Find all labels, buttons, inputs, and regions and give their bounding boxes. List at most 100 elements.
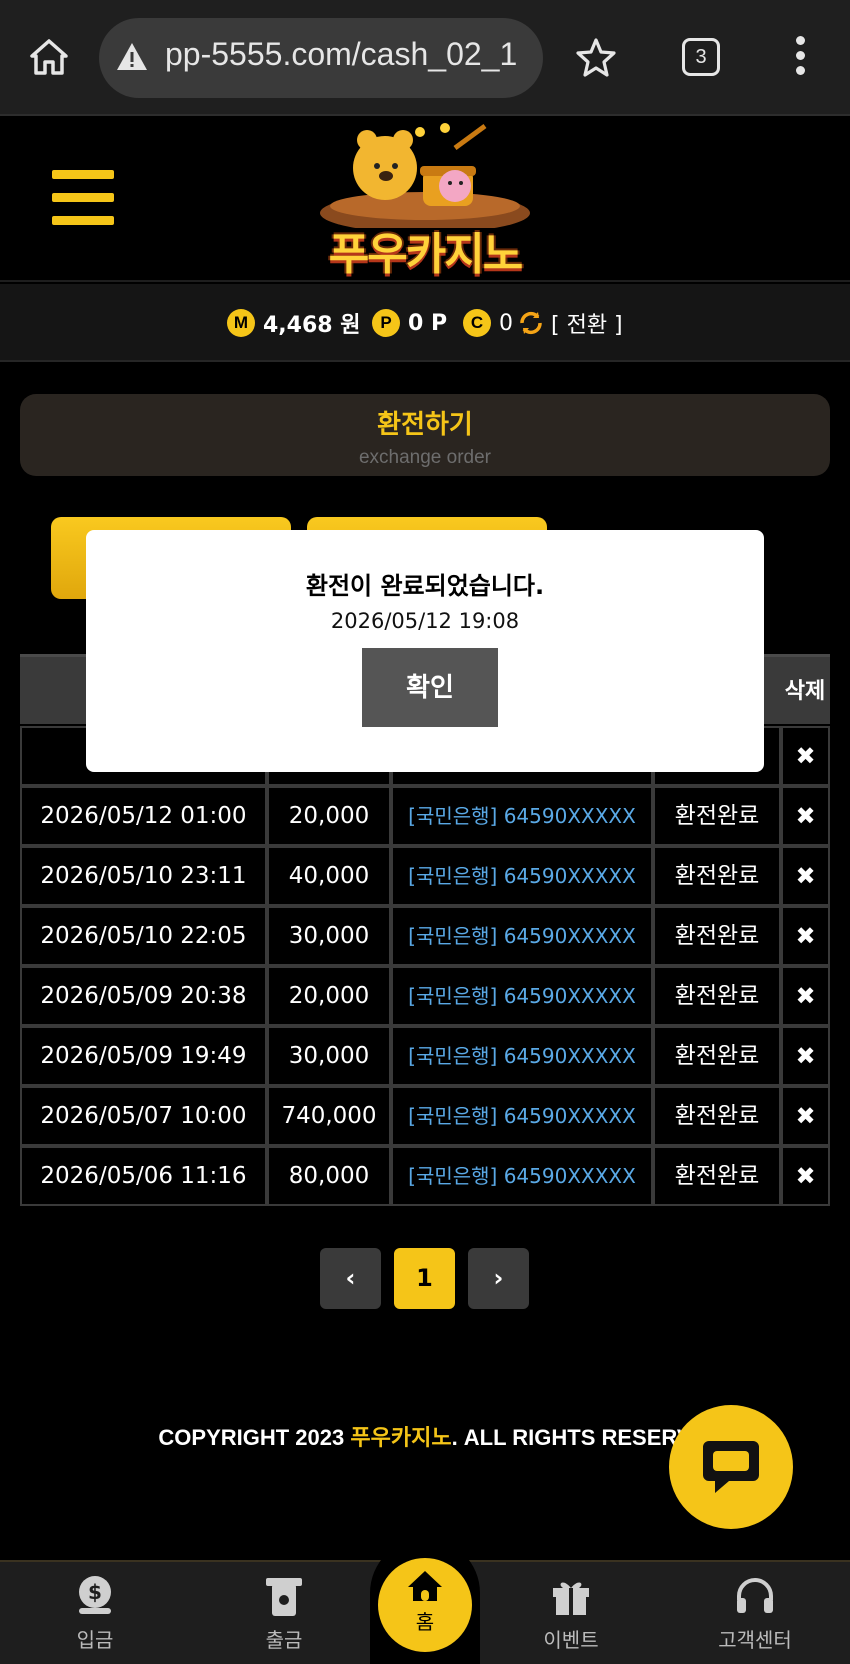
- url-text: pp-5555.com/cash_02_1: [165, 36, 518, 72]
- cell-account: [국민은행] 64590XXXXX: [391, 906, 653, 966]
- cell-status: 환전완료: [653, 846, 781, 906]
- cell-account: [국민은행] 64590XXXXX: [391, 1026, 653, 1086]
- cell-status: 환전완료: [653, 1026, 781, 1086]
- refresh-icon[interactable]: [517, 309, 545, 337]
- cell-account: [국민은행] 64590XXXXX: [391, 786, 653, 846]
- table-row: 2026/05/09 20:38 20,000 [국민은행] 64590XXXX…: [20, 966, 830, 1026]
- money-value: 4,468 원: [263, 313, 361, 338]
- page-title: 환전하기: [377, 410, 473, 440]
- page-1-button[interactable]: 1: [394, 1248, 455, 1309]
- confirm-button[interactable]: 확인: [362, 648, 498, 727]
- convert-button[interactable]: [ 전환 ]: [551, 307, 623, 339]
- alert-dialog: 환전이 완료되었습니다. 2026/05/12 19:08 확인: [86, 530, 764, 772]
- nav-home-label: 홈: [415, 1610, 435, 1634]
- cell-date: 2026/05/09 19:49: [20, 1026, 267, 1086]
- table-row: 2026/05/09 19:49 30,000 [국민은행] 64590XXXX…: [20, 1026, 830, 1086]
- cell-amount: 80,000: [267, 1146, 391, 1206]
- point-balance: P 0 P: [372, 305, 447, 341]
- nav-withdraw-label: 출금: [265, 1628, 303, 1652]
- headset-icon: [737, 1578, 773, 1613]
- gift-icon: [553, 1582, 589, 1615]
- cell-amount: 20,000: [267, 786, 391, 846]
- browser-toolbar: pp-5555.com/cash_02_1 3: [0, 0, 850, 116]
- page-subtitle: exchange order: [358, 447, 492, 468]
- svg-text:$: $: [88, 1580, 102, 1604]
- chat-bubble-icon: [703, 1441, 759, 1493]
- delete-row-button[interactable]: ✖: [781, 846, 830, 906]
- cell-date: 2026/05/07 10:00: [20, 1086, 267, 1146]
- cell-amount: 30,000: [267, 906, 391, 966]
- table-row: 2026/05/10 22:05 30,000 [국민은행] 64590XXXX…: [20, 906, 830, 966]
- chat-button[interactable]: [669, 1405, 793, 1529]
- cell-account: [국민은행] 64590XXXXX: [391, 846, 653, 906]
- logo-text: 푸우카지노: [328, 229, 523, 280]
- point-coin-icon: P: [372, 309, 400, 337]
- cell-status: 환전완료: [653, 786, 781, 846]
- dialog-message: 환전이 완료되었습니다.: [305, 572, 545, 600]
- site-logo[interactable]: 푸우카지노: [305, 118, 545, 280]
- home-icon[interactable]: [28, 36, 70, 78]
- nav-deposit[interactable]: $ 입금: [25, 1562, 165, 1664]
- point-value: 0 P: [408, 310, 448, 336]
- money-bag-icon: $: [79, 1576, 111, 1614]
- cell-amount: 40,000: [267, 846, 391, 906]
- address-bar[interactable]: pp-5555.com/cash_02_1: [99, 18, 543, 98]
- cell-amount: 30,000: [267, 1026, 391, 1086]
- cell-date: 2026/05/06 11:16: [20, 1146, 267, 1206]
- delete-row-button[interactable]: ✖: [781, 726, 830, 786]
- dialog-timestamp: 2026/05/12 19:08: [330, 609, 520, 633]
- cell-status: 환전완료: [653, 1146, 781, 1206]
- site-header: 푸우카지노: [0, 118, 850, 282]
- balance-bar: M 4,468 원 P 0 P C 0 [ 전환 ]: [0, 284, 850, 362]
- next-page-button[interactable]: ›: [468, 1248, 529, 1309]
- nav-withdraw[interactable]: 출금: [214, 1562, 354, 1664]
- delete-row-button[interactable]: ✖: [781, 1086, 830, 1146]
- table-row: 2026/05/07 10:00 740,000 [국민은행] 64590XXX…: [20, 1086, 830, 1146]
- delete-row-button[interactable]: ✖: [781, 1026, 830, 1086]
- prev-page-button[interactable]: ‹: [320, 1248, 381, 1309]
- delete-row-button[interactable]: ✖: [781, 966, 830, 1026]
- hamburger-menu-icon[interactable]: [52, 170, 114, 226]
- delete-row-button[interactable]: ✖: [781, 1146, 830, 1206]
- nav-event[interactable]: 이벤트: [501, 1562, 641, 1664]
- money-coin-icon: M: [227, 309, 255, 337]
- cell-date: 2026/05/10 22:05: [20, 906, 267, 966]
- copyright-brand: 푸우카지노: [350, 1425, 452, 1450]
- warning-icon[interactable]: [115, 40, 149, 74]
- table-row: 2026/05/10 23:11 40,000 [국민은행] 64590XXXX…: [20, 846, 830, 906]
- cell-amount: 740,000: [267, 1086, 391, 1146]
- cell-account: [국민은행] 64590XXXXX: [391, 1086, 653, 1146]
- nav-event-label: 이벤트: [543, 1628, 599, 1652]
- nav-deposit-label: 입금: [76, 1628, 114, 1652]
- coin-balance: C 0 [ 전환 ]: [463, 305, 623, 341]
- cell-status: 환전완료: [653, 906, 781, 966]
- atm-icon: [266, 1578, 302, 1616]
- more-menu-icon[interactable]: [790, 36, 810, 80]
- cell-date: 2026/05/10 23:11: [20, 846, 267, 906]
- cell-account: [국민은행] 64590XXXXX: [391, 966, 653, 1026]
- nav-home[interactable]: 홈: [378, 1558, 472, 1652]
- nav-support[interactable]: 고객센터: [685, 1562, 825, 1664]
- table-row: 2026/05/12 01:00 20,000 [국민은행] 64590XXXX…: [20, 786, 830, 846]
- page-title-box: 환전하기 exchange order: [20, 394, 830, 476]
- cell-status: 환전완료: [653, 1086, 781, 1146]
- money-balance: M 4,468 원: [227, 305, 361, 341]
- cell-account: [국민은행] 64590XXXXX: [391, 1146, 653, 1206]
- copyright-suffix: . ALL RIGHTS RESERV: [451, 1425, 692, 1450]
- cell-date: 2026/05/12 01:00: [20, 786, 267, 846]
- cell-date: 2026/05/09 20:38: [20, 966, 267, 1026]
- c-coin-icon: C: [463, 309, 491, 337]
- cell-amount: 20,000: [267, 966, 391, 1026]
- home-icon: [408, 1571, 442, 1601]
- tab-count-button[interactable]: 3: [682, 38, 720, 76]
- delete-row-button[interactable]: ✖: [781, 906, 830, 966]
- copyright-prefix: COPYRIGHT 2023: [158, 1425, 351, 1450]
- nav-support-label: 고객센터: [718, 1628, 792, 1652]
- cell-status: 환전완료: [653, 966, 781, 1026]
- coin-value: 0: [499, 310, 513, 336]
- bookmark-star-icon[interactable]: [575, 36, 617, 78]
- delete-row-button[interactable]: ✖: [781, 786, 830, 846]
- delete-column-header: 삭제: [784, 679, 826, 704]
- table-row: 2026/05/06 11:16 80,000 [국민은행] 64590XXXX…: [20, 1146, 830, 1206]
- logo-artwork: [320, 123, 530, 233]
